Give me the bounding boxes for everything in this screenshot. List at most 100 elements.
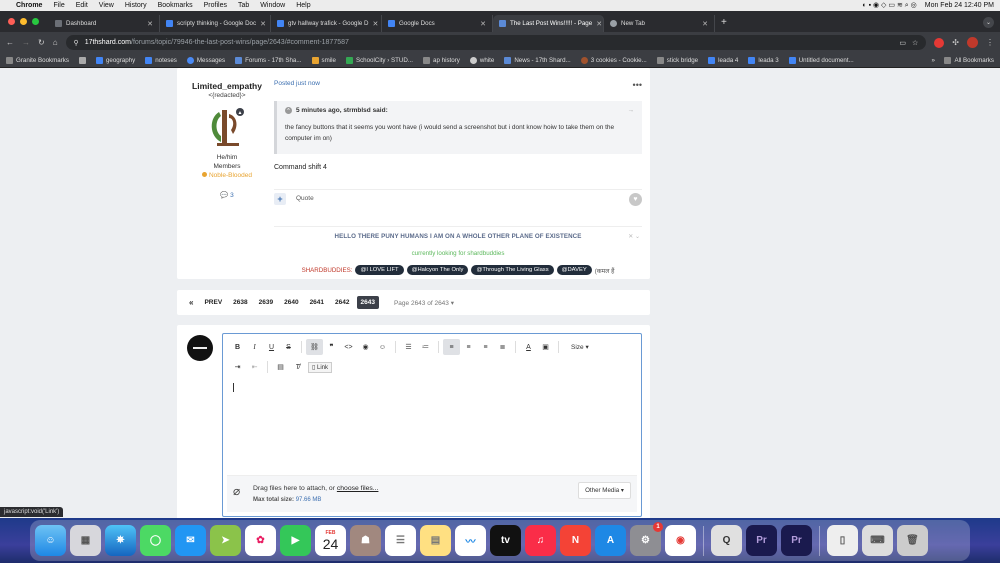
home-icon[interactable]: ⌂ bbox=[53, 38, 58, 47]
page-link[interactable]: 2639 bbox=[255, 296, 277, 309]
menu-edit[interactable]: Edit bbox=[76, 2, 88, 9]
align-right-icon[interactable]: ≡ bbox=[477, 339, 494, 355]
bulleted-list-icon[interactable]: ☰ bbox=[400, 339, 417, 355]
forward-arrow-icon[interactable]: → bbox=[22, 38, 30, 47]
tab-search-chevron-icon[interactable]: ⌄ bbox=[983, 17, 994, 28]
browser-tab[interactable]: gtv hallway trafick - Google D ✕ bbox=[271, 15, 382, 32]
bookmark-item[interactable]: 3 cookies - Cookie... bbox=[580, 56, 647, 64]
align-left-icon[interactable]: ≡ bbox=[443, 339, 460, 355]
bookmark-item[interactable] bbox=[78, 56, 86, 64]
link-icon[interactable]: ⛓ bbox=[306, 339, 323, 355]
zip-archive-icon[interactable]: ▯ bbox=[827, 525, 858, 556]
facetime-icon[interactable]: ▶ bbox=[280, 525, 311, 556]
reminders-icon[interactable]: ☰ bbox=[385, 525, 416, 556]
news-icon[interactable]: N bbox=[560, 525, 591, 556]
apple-tv-icon[interactable]: tv bbox=[490, 525, 521, 556]
quote-attribution[interactable]: 5 minutes ago, strmblsd said: bbox=[296, 107, 388, 114]
align-justify-icon[interactable]: ≣ bbox=[494, 339, 511, 355]
strikethrough-icon[interactable]: S bbox=[280, 339, 297, 355]
bookmark-item[interactable]: leada 4 bbox=[708, 56, 738, 64]
maps-icon[interactable]: ➤ bbox=[210, 525, 241, 556]
post-options-icon[interactable]: ••• bbox=[633, 80, 642, 90]
author-username[interactable]: Limited_empathy bbox=[187, 81, 267, 91]
extensions-puzzle-icon[interactable]: ✣ bbox=[952, 38, 959, 47]
safari-icon[interactable]: ✵ bbox=[105, 525, 136, 556]
bold-icon[interactable]: B bbox=[229, 339, 246, 355]
user-avatar[interactable] bbox=[187, 335, 213, 361]
profile-avatar-icon[interactable] bbox=[967, 37, 978, 48]
bookmark-item[interactable]: ap history bbox=[423, 56, 460, 64]
table-icon[interactable]: ▤ bbox=[272, 359, 289, 375]
close-tab-icon[interactable]: ✕ bbox=[147, 20, 153, 28]
emoji-icon[interactable]: ☺ bbox=[374, 339, 391, 355]
reload-icon[interactable]: ↻ bbox=[38, 38, 45, 47]
buddy-mention[interactable]: @DAVEY bbox=[556, 265, 592, 275]
minimize-window-button[interactable] bbox=[20, 18, 27, 25]
bookmark-star-icon[interactable]: ☆ bbox=[912, 39, 918, 47]
bookmark-item[interactable]: SchoolCity › STUD... bbox=[345, 56, 413, 64]
buddy-mention[interactable]: @I LOVE LIFT bbox=[355, 265, 404, 275]
install-app-icon[interactable]: ▭ bbox=[899, 39, 906, 47]
menu-chrome[interactable]: Chrome bbox=[16, 2, 42, 9]
contacts-icon[interactable]: ☗ bbox=[350, 525, 381, 556]
outdent-icon[interactable]: ⇤ bbox=[246, 359, 263, 375]
current-page[interactable]: 2643 bbox=[356, 296, 379, 309]
bookmark-item[interactable]: geography bbox=[95, 56, 135, 64]
first-page-button[interactable]: « bbox=[185, 295, 197, 310]
all-bookmarks[interactable]: » All Bookmarks bbox=[932, 56, 994, 64]
quote-icon[interactable]: ❞ bbox=[323, 339, 340, 355]
site-info-icon[interactable]: ⚲ bbox=[74, 39, 79, 47]
bookmark-item[interactable]: News - 17th Shard... bbox=[504, 56, 571, 64]
other-media-button[interactable]: Other Media ▾ bbox=[578, 482, 631, 499]
photos-icon[interactable]: ✿ bbox=[245, 525, 276, 556]
numbered-list-icon[interactable]: ≔ bbox=[417, 339, 434, 355]
status-icons[interactable]: ◐ ▪ ◉ ◇ ▭ ≋ ⌕ ◎ bbox=[862, 1, 916, 10]
mail-icon[interactable]: ✉ bbox=[175, 525, 206, 556]
finder-icon[interactable]: ☺ bbox=[35, 525, 66, 556]
choose-files-link[interactable]: choose files... bbox=[337, 485, 379, 492]
bookmark-item[interactable]: Forums - 17th Sha... bbox=[235, 56, 302, 64]
close-tab-icon[interactable]: ✕ bbox=[260, 20, 266, 28]
code-icon[interactable]: <> bbox=[340, 339, 357, 355]
system-settings-icon[interactable]: ⚙ 1 bbox=[630, 522, 663, 556]
new-tab-plus-icon[interactable]: + bbox=[715, 17, 733, 32]
notes-icon[interactable]: ▤ bbox=[420, 525, 451, 556]
browser-tab[interactable]: Dashboard ✕ bbox=[49, 15, 160, 32]
launchpad-icon[interactable]: ▦ bbox=[70, 525, 101, 556]
prev-page-button[interactable]: PREV bbox=[200, 296, 226, 309]
premiere-pro-icon[interactable]: Pr bbox=[746, 525, 777, 556]
close-window-button[interactable] bbox=[8, 18, 15, 25]
menu-history[interactable]: History bbox=[125, 2, 147, 9]
browser-tab-active[interactable]: The Last Post Wins!!!!! - Page ✕ bbox=[493, 15, 604, 32]
bookmark-item[interactable]: leada 3 bbox=[748, 56, 779, 64]
extension-icon[interactable] bbox=[934, 37, 945, 48]
bookmark-item[interactable]: Messages bbox=[186, 56, 225, 64]
page-jump-dropdown[interactable]: Page 2643 of 2643 ▾ bbox=[394, 299, 454, 307]
bookmark-item[interactable]: Granite Bookmarks bbox=[6, 56, 69, 64]
author-post-count[interactable]: 💬 3 bbox=[187, 191, 267, 199]
calendar-icon[interactable]: FEB 24 bbox=[315, 525, 346, 556]
messages-icon[interactable]: ◯ bbox=[140, 525, 171, 556]
rich-text-editor[interactable]: B I U S ⛓ ❞ <> ◉ ☺ ☰ ≔ ≡ ≡ ≡ ≣ A ▣ Size … bbox=[222, 333, 642, 517]
close-tab-icon[interactable]: ✕ bbox=[596, 20, 602, 28]
buddy-mention[interactable]: @Through The Living Glass bbox=[471, 265, 554, 275]
underline-icon[interactable]: U bbox=[263, 339, 280, 355]
clear-format-icon[interactable]: T̸ bbox=[289, 359, 306, 375]
multiquote-plus-button[interactable]: + bbox=[274, 192, 286, 205]
menu-tab[interactable]: Tab bbox=[238, 2, 249, 9]
reaction-heart-icon[interactable]: ♥ bbox=[629, 193, 642, 206]
bookmark-item[interactable]: Untitled document... bbox=[788, 56, 854, 64]
menu-bookmarks[interactable]: Bookmarks bbox=[158, 2, 193, 9]
page-link[interactable]: 2640 bbox=[280, 296, 302, 309]
page-link[interactable]: 2641 bbox=[306, 296, 328, 309]
quote-expand-icon[interactable]: ⌃ bbox=[285, 107, 292, 114]
back-arrow-icon[interactable]: ← bbox=[6, 38, 14, 47]
buddy-mention[interactable]: @Halcyon The Only bbox=[406, 265, 469, 275]
attachment-area[interactable]: ⌀ Drag files here to attach, or choose f… bbox=[227, 475, 637, 512]
premiere-pro-icon[interactable]: Pr bbox=[781, 525, 812, 556]
menu-help[interactable]: Help bbox=[296, 2, 310, 9]
page-link[interactable]: 2642 bbox=[331, 296, 353, 309]
menu-file[interactable]: File bbox=[53, 2, 64, 9]
browser-tab[interactable]: scripty thinking - Google Doc ✕ bbox=[160, 15, 271, 32]
close-tab-icon[interactable]: ✕ bbox=[480, 20, 486, 28]
